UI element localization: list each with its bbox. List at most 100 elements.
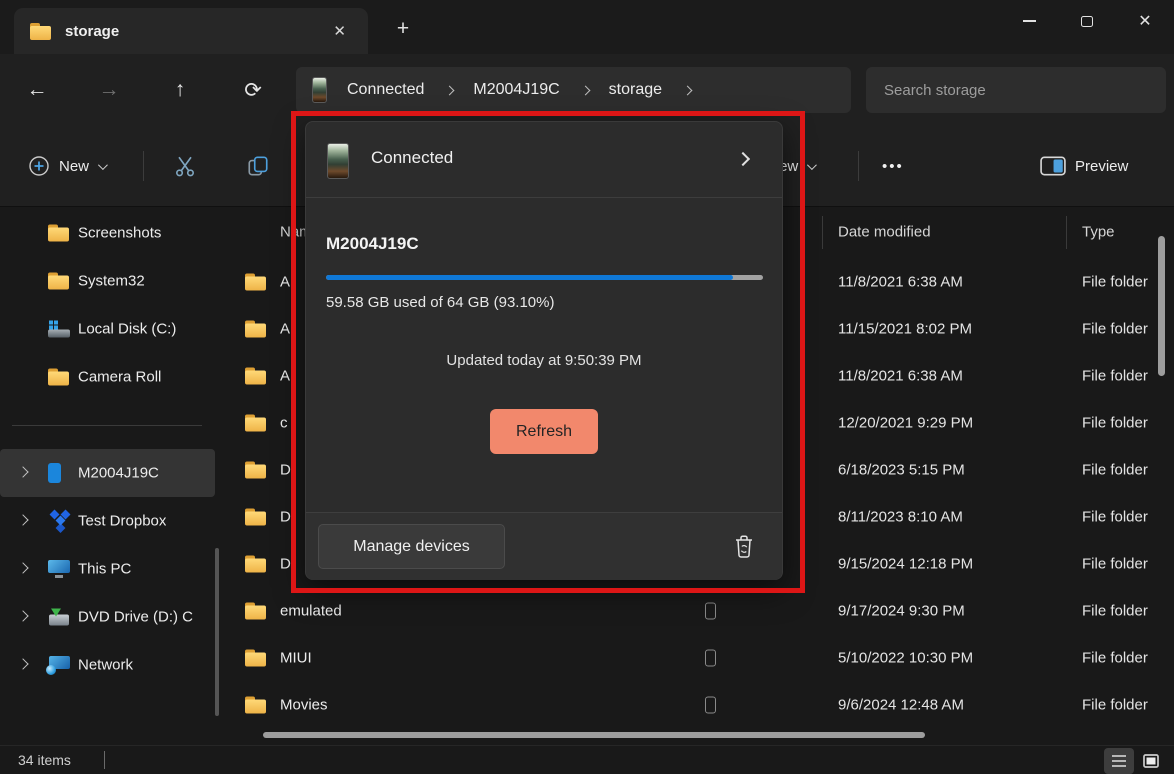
refresh-device-button[interactable]: Refresh bbox=[490, 409, 598, 454]
column-header-type[interactable]: Type bbox=[1082, 224, 1115, 241]
chevron-right-icon[interactable] bbox=[17, 610, 28, 621]
flyout-footer: Manage devices bbox=[306, 512, 782, 580]
file-name: emulated bbox=[280, 602, 342, 619]
close-icon: ✕ bbox=[1138, 11, 1151, 31]
chevron-down-icon bbox=[98, 160, 108, 170]
sidebar-tree-item[interactable]: M2004J19C bbox=[0, 449, 215, 497]
file-date-modified: 9/15/2024 12:18 PM bbox=[838, 555, 973, 572]
file-row[interactable]: MIUI 5/10/2022 10:30 PM File folder bbox=[232, 634, 1174, 681]
toolbar-divider bbox=[858, 151, 859, 181]
file-type: File folder bbox=[1082, 508, 1160, 525]
sidebar-item-label: DVD Drive (D:) C bbox=[78, 609, 193, 626]
folder-icon bbox=[245, 649, 266, 666]
copy-button[interactable] bbox=[246, 126, 270, 206]
sidebar-item-label: Network bbox=[78, 657, 133, 674]
trash-icon bbox=[732, 533, 756, 560]
sidebar-item-label: Camera Roll bbox=[78, 369, 161, 386]
title-bar: storage ✕ + ✕ bbox=[0, 0, 1174, 54]
chevron-right-icon[interactable] bbox=[17, 658, 28, 669]
thumbnail-view-icon bbox=[1141, 751, 1161, 771]
sidebar-item-label: Test Dropbox bbox=[78, 513, 166, 530]
sidebar-separator bbox=[12, 425, 202, 426]
chevron-right-icon bbox=[683, 85, 693, 95]
minimize-icon bbox=[1023, 20, 1036, 22]
forward-button[interactable]: → bbox=[91, 72, 127, 108]
sidebar-tree-item[interactable]: This PC bbox=[0, 545, 232, 593]
breadcrumb-item-connected[interactable]: Connected bbox=[347, 81, 424, 99]
file-date-modified: 8/11/2023 8:10 AM bbox=[838, 508, 963, 525]
file-date-modified: 11/15/2021 8:02 PM bbox=[838, 320, 972, 337]
sidebar-scrollbar[interactable] bbox=[215, 548, 219, 716]
folder-icon bbox=[245, 414, 266, 431]
sidebar-item-icon bbox=[48, 560, 70, 578]
minimize-button[interactable] bbox=[1000, 0, 1058, 42]
file-date-modified: 5/10/2022 10:30 PM bbox=[838, 649, 973, 666]
back-button[interactable]: ← bbox=[19, 72, 55, 108]
column-divider[interactable] bbox=[1066, 216, 1067, 249]
file-name: c bbox=[280, 414, 288, 431]
sidebar-pinned-item[interactable]: System32 bbox=[0, 257, 232, 305]
new-button[interactable]: New bbox=[28, 126, 105, 206]
sidebar-tree-item[interactable]: Test Dropbox bbox=[0, 497, 232, 545]
folder-icon bbox=[245, 555, 266, 572]
maximize-button[interactable] bbox=[1058, 0, 1116, 42]
column-header-date[interactable]: Date modified bbox=[838, 224, 931, 241]
sidebar-item-icon bbox=[48, 609, 70, 626]
chevron-right-icon[interactable] bbox=[17, 514, 28, 525]
storage-usage-text: 59.58 GB used of 64 GB (93.10%) bbox=[326, 294, 554, 311]
manage-devices-button[interactable]: Manage devices bbox=[318, 524, 505, 569]
file-row[interactable]: Movies 9/6/2024 12:48 AM File folder bbox=[232, 681, 1174, 728]
breadcrumb[interactable]: Connected M2004J19C storage bbox=[296, 67, 851, 113]
file-date-modified: 6/18/2023 5:15 PM bbox=[838, 461, 965, 478]
sidebar-item-label: M2004J19C bbox=[78, 465, 159, 482]
tab-close-button[interactable]: ✕ bbox=[333, 22, 346, 40]
file-name: A bbox=[280, 273, 290, 290]
explorer-tab[interactable]: storage ✕ bbox=[14, 8, 368, 54]
up-button[interactable]: ↑ bbox=[162, 72, 198, 108]
chevron-right-icon[interactable] bbox=[17, 466, 28, 477]
file-row[interactable]: emulated 9/17/2024 9:30 PM File folder bbox=[232, 587, 1174, 634]
sidebar-item-icon bbox=[48, 656, 70, 674]
sidebar-pinned-item[interactable]: Screenshots bbox=[0, 209, 232, 257]
sidebar-item-label: This PC bbox=[78, 561, 131, 578]
more-options-button[interactable]: ••• bbox=[882, 126, 904, 206]
folder-icon bbox=[245, 367, 266, 384]
folder-icon bbox=[245, 602, 266, 619]
cut-button[interactable] bbox=[173, 126, 197, 206]
vertical-scrollbar[interactable] bbox=[1158, 236, 1165, 376]
sidebar-item-label: System32 bbox=[78, 273, 145, 290]
flyout-device-header[interactable]: Connected bbox=[306, 122, 782, 198]
sidebar-pinned-item[interactable]: Local Disk (C:) bbox=[0, 305, 232, 353]
refresh-button[interactable]: ⟳ bbox=[235, 72, 271, 108]
window-controls: ✕ bbox=[1000, 0, 1174, 54]
sidebar-item-icon bbox=[48, 225, 69, 242]
close-button[interactable]: ✕ bbox=[1116, 0, 1174, 42]
breadcrumb-item-device[interactable]: M2004J19C bbox=[473, 81, 559, 99]
status-bar: 34 items bbox=[0, 745, 1174, 774]
horizontal-scrollbar[interactable] bbox=[263, 732, 925, 738]
sidebar-item-label: Screenshots bbox=[78, 225, 161, 242]
preview-label: Preview bbox=[1075, 158, 1128, 175]
sidebar-tree-item[interactable]: Network bbox=[0, 641, 232, 689]
chevron-right-icon[interactable] bbox=[17, 562, 28, 573]
device-thumbnail-icon bbox=[312, 77, 327, 103]
status-divider bbox=[104, 751, 105, 769]
navigation-bar: ← → ↑ ⟳ Connected M2004J19C storage bbox=[0, 54, 1174, 126]
chevron-right-icon bbox=[736, 152, 750, 166]
sidebar-tree-item[interactable]: DVD Drive (D:) C bbox=[0, 593, 232, 641]
preview-pane-icon bbox=[1040, 156, 1066, 176]
column-divider[interactable] bbox=[822, 216, 823, 249]
copy-icon bbox=[246, 154, 270, 178]
remove-device-button[interactable] bbox=[732, 533, 756, 565]
new-button-label: New bbox=[59, 158, 89, 175]
breadcrumb-item-storage[interactable]: storage bbox=[609, 81, 662, 99]
sidebar-item-icon bbox=[48, 273, 69, 290]
new-tab-button[interactable]: + bbox=[388, 14, 418, 44]
details-view-button[interactable] bbox=[1104, 748, 1134, 774]
thumbnail-view-button[interactable] bbox=[1136, 748, 1166, 774]
file-type: File folder bbox=[1082, 696, 1160, 713]
preview-toggle[interactable]: Preview bbox=[1040, 126, 1128, 206]
search-input[interactable] bbox=[866, 67, 1166, 113]
sidebar-item-icon bbox=[48, 369, 69, 386]
sidebar-pinned-item[interactable]: Camera Roll bbox=[0, 353, 232, 401]
